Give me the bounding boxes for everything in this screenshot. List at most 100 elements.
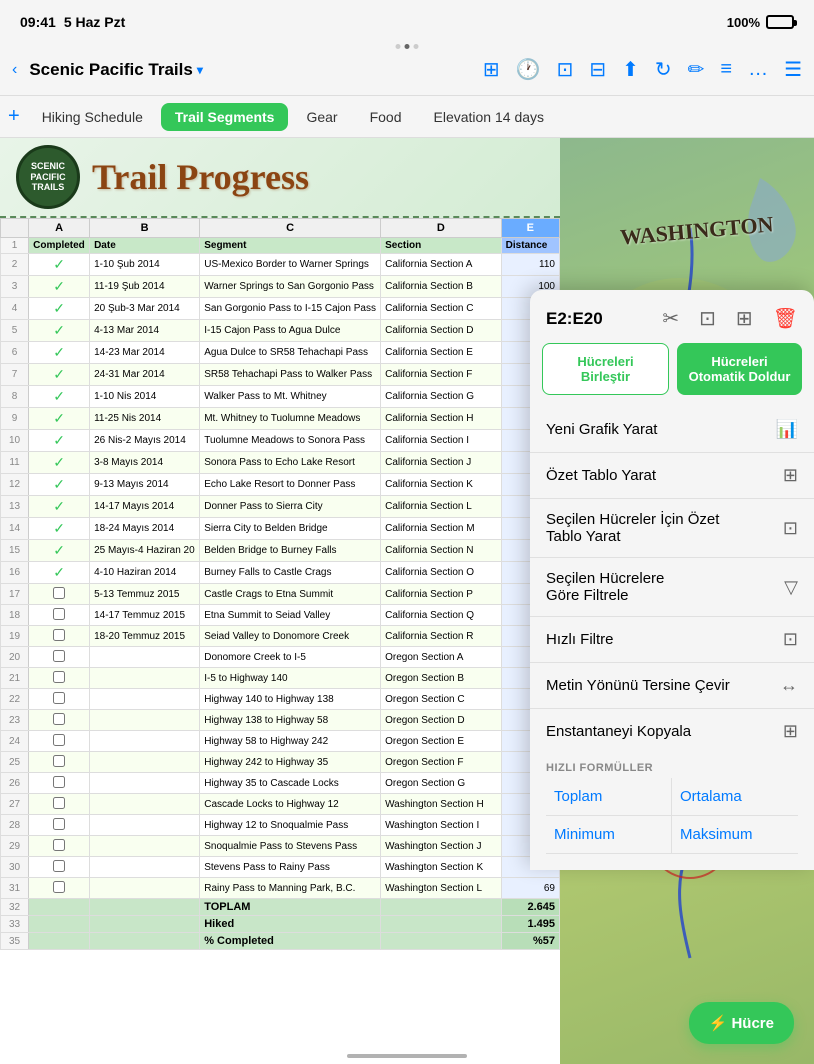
row-num: 16 [1, 562, 29, 584]
formula-item[interactable]: Minimum [546, 816, 672, 854]
completed-cell[interactable] [29, 647, 90, 668]
section-cell: Oregon Section E [381, 731, 502, 752]
completed-cell[interactable]: ✓ [29, 452, 90, 474]
completed-cell[interactable] [29, 689, 90, 710]
menu-icon[interactable]: ≡ [720, 58, 732, 81]
table-row: 9✓11-25 Nis 2014Mt. Whitney to Tuolumne … [1, 408, 560, 430]
row-num: 8 [1, 386, 29, 408]
completed-cell[interactable]: ✓ [29, 562, 90, 584]
completed-cell[interactable]: ✓ [29, 386, 90, 408]
completed-cell[interactable] [29, 773, 90, 794]
bookmark-icon[interactable]: ☰ [784, 57, 802, 82]
completed-cell[interactable]: ✓ [29, 518, 90, 540]
pencil-icon[interactable]: ✏ [688, 57, 705, 82]
completed-cell[interactable] [29, 605, 90, 626]
segment-cell: Rainy Pass to Manning Park, B.C. [200, 878, 381, 899]
tab-gear[interactable]: Gear [292, 103, 351, 131]
col-header-b[interactable]: B [90, 219, 200, 238]
popup-menu-item[interactable]: Seçilen Hücreler İçin Özet Tablo Yarat⊡ [530, 499, 814, 558]
formula-item[interactable]: Ortalama [672, 778, 798, 816]
formula-item[interactable]: Toplam [546, 778, 672, 816]
segment-cell: Warner Springs to San Gorgonio Pass [200, 276, 381, 298]
tab-trail-segments[interactable]: Trail Segments [161, 103, 289, 131]
row-num: 14 [1, 518, 29, 540]
header-completed: Completed [29, 238, 90, 254]
chat-icon[interactable]: … [748, 58, 768, 81]
status-bar: 09:41 5 Haz Pzt 100% [0, 0, 814, 44]
completed-cell[interactable]: ✓ [29, 474, 90, 496]
share-icon[interactable]: ⬆ [622, 57, 639, 82]
delete-icon[interactable]: 🗑 [773, 306, 798, 331]
completed-cell[interactable] [29, 794, 90, 815]
distance-cell: 69 [501, 878, 559, 899]
title-text: Scenic Pacific Trails [29, 60, 192, 80]
popup-menu-item[interactable]: Yeni Grafik Yarat📊 [530, 407, 814, 453]
autofill-button[interactable]: Hücreleri Otomatik Doldur [677, 343, 802, 395]
col-header-e[interactable]: E [501, 219, 559, 238]
date-cell [90, 731, 200, 752]
add-tab-button[interactable]: + [8, 105, 20, 128]
banner-title: Trail Progress [92, 156, 309, 198]
tab-elevation[interactable]: Elevation 14 days [420, 103, 559, 131]
tab-food[interactable]: Food [356, 103, 416, 131]
completed-cell[interactable]: ✓ [29, 254, 90, 276]
col-header-c[interactable]: C [200, 219, 381, 238]
copy-icon[interactable]: ⊡ [557, 57, 574, 82]
completed-cell[interactable]: ✓ [29, 408, 90, 430]
popup-menu-item[interactable]: Özet Tablo Yarat⊞ [530, 453, 814, 499]
merge-cells-button[interactable]: Hücreleri Birleştir [542, 343, 669, 395]
copy-cell-icon[interactable]: ⊡ [699, 306, 716, 331]
date-cell: 18-24 Mayıs 2014 [90, 518, 200, 540]
title-chevron-icon[interactable]: ▾ [197, 63, 203, 77]
completed-cell[interactable] [29, 752, 90, 773]
summary-row: 33Hiked1.495 [1, 916, 560, 933]
segment-cell: Highway 12 to Snoqualmie Pass [200, 815, 381, 836]
table-icon[interactable]: ⊞ [483, 57, 500, 82]
completed-cell[interactable]: ✓ [29, 430, 90, 452]
completed-cell[interactable] [29, 731, 90, 752]
completed-cell[interactable]: ✓ [29, 298, 90, 320]
back-button[interactable]: ‹ [12, 61, 17, 79]
completed-cell[interactable] [29, 626, 90, 647]
battery-icon [766, 15, 794, 29]
completed-cell[interactable] [29, 836, 90, 857]
row-num-1: 1 [1, 238, 29, 254]
completed-cell[interactable] [29, 584, 90, 605]
completed-cell[interactable]: ✓ [29, 496, 90, 518]
completed-cell[interactable]: ✓ [29, 364, 90, 386]
time: 09:41 [20, 14, 56, 30]
hucre-button[interactable]: ⚡ Hücre [689, 1002, 794, 1044]
date-cell [90, 857, 200, 878]
clock-icon[interactable]: 🕐 [516, 57, 541, 82]
table-row: 27Cascade Locks to Highway 12Washington … [1, 794, 560, 815]
segment-cell: Sonora Pass to Echo Lake Resort [200, 452, 381, 474]
refresh-icon[interactable]: ↻ [655, 57, 672, 82]
scissors-icon[interactable]: ✂ [662, 306, 679, 331]
segment-cell: Castle Crags to Etna Summit [200, 584, 381, 605]
completed-cell[interactable]: ✓ [29, 342, 90, 364]
completed-cell[interactable]: ✓ [29, 276, 90, 298]
section-cell: Oregon Section C [381, 689, 502, 710]
popup-menu-item[interactable]: Hızlı Filtre⊡ [530, 617, 814, 663]
popup-menu-item[interactable]: Metin Yönünü Tersine Çevir↔ [530, 663, 814, 709]
table-container[interactable]: A B C D E 1 Completed Date Segment Secti… [0, 218, 560, 1064]
completed-cell[interactable] [29, 668, 90, 689]
col-header-a[interactable]: A [29, 219, 90, 238]
col-header-d[interactable]: D [381, 219, 502, 238]
completed-cell[interactable]: ✓ [29, 320, 90, 342]
tab-hiking-schedule[interactable]: Hiking Schedule [28, 103, 157, 131]
section-cell: California Section Q [381, 605, 502, 626]
completed-cell[interactable] [29, 857, 90, 878]
completed-cell[interactable] [29, 710, 90, 731]
completed-cell[interactable] [29, 815, 90, 836]
paste-icon[interactable]: ⊞ [736, 306, 753, 331]
completed-cell[interactable] [29, 878, 90, 899]
image-icon[interactable]: ⊟ [589, 57, 606, 82]
formula-item[interactable]: Maksimum [672, 816, 798, 854]
spreadsheet-area[interactable]: SCENICPACIFICTRAILS Trail Progress A B C… [0, 138, 560, 1064]
popup-menu-item[interactable]: Enstantaneyi Kopyala⊞ [530, 709, 814, 754]
completed-cell[interactable]: ✓ [29, 540, 90, 562]
popup-menu-item[interactable]: Seçilen Hücrelere Göre Filtrele▽ [530, 558, 814, 617]
segment-cell: Seiad Valley to Donomore Creek [200, 626, 381, 647]
home-indicator [347, 1054, 467, 1058]
